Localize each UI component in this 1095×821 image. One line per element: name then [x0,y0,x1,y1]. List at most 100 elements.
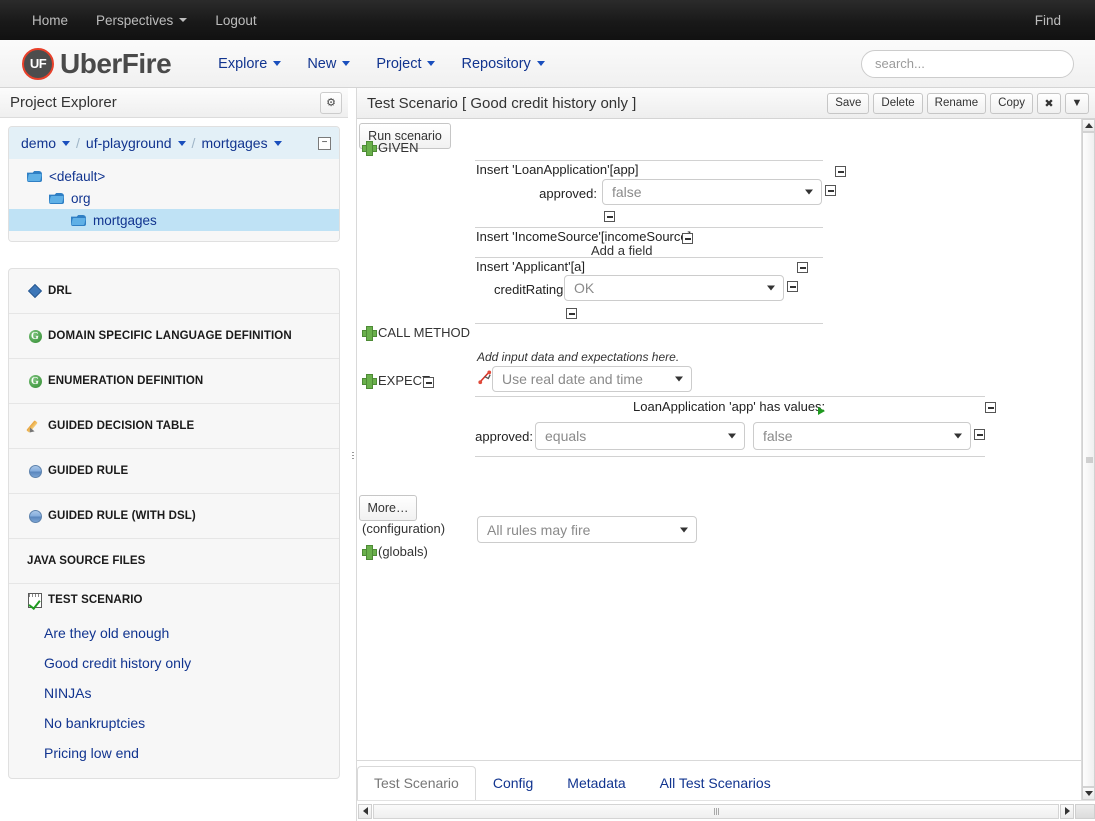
gear-icon[interactable]: ⚙ [320,92,342,114]
given-fact-1-field-value-text: false [612,184,642,200]
add-expect-icon[interactable] [362,374,375,387]
blue-ball-icon [27,465,43,478]
tree-node-default[interactable]: <default> [9,165,339,187]
expect-value-select[interactable]: false [753,422,971,450]
category-guided-rule[interactable]: GUIDED RULE [9,449,339,494]
remove-given-fact-1-icon[interactable] [835,166,846,177]
configuration-select[interactable]: All rules may fire [477,516,697,543]
breadcrumb-item-organization[interactable]: demo [21,135,70,151]
category-guided-rule-with-dsl[interactable]: GUIDED RULE (WITH DSL) [9,494,339,539]
topnav-item-perspectives[interactable]: Perspectives [82,0,201,40]
tab-test-scenario[interactable]: Test Scenario [357,766,476,801]
topnav-item-home[interactable]: Home [18,0,82,40]
section-globals[interactable]: (globals) [362,544,428,559]
divider [475,323,823,324]
scenario-editor-body: Run scenario More… GIVEN Insert 'LoanApp… [357,119,1081,760]
add-global-icon[interactable] [362,545,375,558]
tree-node-mortgages[interactable]: mortgages [9,209,339,231]
expand-expect-fact-icon[interactable] [818,407,825,415]
collapse-panel-icon[interactable]: − [318,137,331,150]
horizontal-scrollbar-track[interactable] [373,804,1059,819]
list-item[interactable]: Good credit history only [9,648,339,678]
save-button[interactable]: Save [827,93,869,114]
collapse-given-fact-3-icon[interactable] [566,308,577,319]
test-card-icon [27,593,43,608]
add-given-icon[interactable] [362,141,375,154]
topnav-item-find[interactable]: Find [1021,0,1075,40]
vertical-scrollbar-thumb[interactable] [1082,132,1095,787]
panel-splitter-handle[interactable] [349,450,356,462]
list-item[interactable]: NINJAs [9,678,339,708]
remove-given-fact-3-icon[interactable] [797,262,808,273]
collapse-expect-icon[interactable] [423,377,434,388]
uberfire-mark-icon: UF [22,48,54,80]
list-item[interactable]: Are they old enough [9,618,339,648]
category-dsl-definition[interactable]: G DOMAIN SPECIFIC LANGUAGE DEFINITION [9,314,339,359]
category-test-scenario[interactable]: TEST SCENARIO [9,584,339,616]
search-input[interactable] [861,50,1074,78]
given-fact-1-text: Insert 'LoanApplication'[app] [476,162,639,177]
vertical-scrollbar[interactable] [1081,119,1095,800]
category-drl[interactable]: DRL [9,269,339,314]
tree-node-mortgages-label: mortgages [93,213,157,228]
calendar-clock-icon [478,370,493,385]
category-enumeration-definition[interactable]: G ENUMERATION DEFINITION [9,359,339,404]
category-guided-decision-table[interactable]: GUIDED DECISION TABLE [9,404,339,449]
menu-project-label: Project [376,56,421,72]
menu-explore[interactable]: Explore [205,56,294,72]
tab-metadata[interactable]: Metadata [550,766,642,800]
project-explorer-header: Project Explorer ⚙ [0,88,348,118]
pencil-icon [27,419,43,433]
section-given[interactable]: GIVEN [362,140,418,155]
chevron-down-icon [179,18,187,22]
scrollbar-corner [1075,804,1095,819]
section-call-method[interactable]: CALL METHOD [362,325,470,340]
scroll-down-button[interactable] [1082,787,1095,800]
remove-given-fact-3-field-icon[interactable] [787,281,798,292]
list-item[interactable]: Pricing low end [9,738,339,768]
tab-config[interactable]: Config [476,766,550,800]
remove-given-fact-2-icon[interactable] [682,233,693,244]
scroll-up-button[interactable] [1082,119,1095,132]
more-button[interactable]: More… [359,495,417,521]
expect-date-select[interactable]: Use real date and time [492,366,692,392]
scroll-left-button[interactable] [358,804,372,819]
brand-logo[interactable]: UF UberFire [22,48,171,80]
editor-tabs: Test Scenario Config Metadata All Test S… [357,760,1081,800]
category-java-source-files[interactable]: JAVA SOURCE FILES [9,539,339,584]
package-tree: <default> org mortgages [9,159,339,241]
menu-new[interactable]: New [294,56,363,72]
given-fact-3-field-value[interactable]: OK [564,275,784,301]
chevron-down-icon [954,434,962,439]
topnav-item-logout[interactable]: Logout [201,0,270,40]
scroll-right-button[interactable] [1060,804,1074,819]
chevron-down-icon[interactable]: ▼ [1065,93,1089,114]
menu-project[interactable]: Project [363,56,448,72]
breadcrumb-item-project[interactable]: mortgages [201,135,281,151]
remove-expect-fact-icon[interactable] [985,402,996,413]
category-guided-rule-with-dsl-label: GUIDED RULE (WITH DSL) [48,510,196,522]
tab-all-test-scenarios[interactable]: All Test Scenarios [643,766,788,800]
collapse-given-fact-1-icon[interactable] [604,211,615,222]
breadcrumb-item-repository[interactable]: uf-playground [86,135,186,151]
expect-fact-header: LoanApplication 'app' has values: [633,399,825,414]
add-call-method-icon[interactable] [362,326,375,339]
given-fact-1-field-value[interactable]: false [602,179,822,205]
copy-button[interactable]: Copy [990,93,1033,114]
remove-expect-row-icon[interactable] [974,429,985,440]
close-icon[interactable]: ✖ [1037,93,1061,114]
asset-category-list: DRL G DOMAIN SPECIFIC LANGUAGE DEFINITIO… [8,268,340,779]
category-guided-rule-label: GUIDED RULE [48,465,128,477]
given-fact-2-add-field[interactable]: Add a field [591,243,652,258]
delete-button[interactable]: Delete [873,93,922,114]
remove-given-fact-1-field-icon[interactable] [825,185,836,196]
menu-repository[interactable]: Repository [448,56,557,72]
section-expect[interactable]: EXPECT [362,373,430,388]
horizontal-scrollbar[interactable] [357,800,1095,821]
list-item[interactable]: No bankruptcies [9,708,339,738]
chevron-down-icon [805,190,813,195]
rename-button[interactable]: Rename [927,93,986,114]
expect-operator-select[interactable]: equals [535,422,745,450]
tree-node-org[interactable]: org [9,187,339,209]
breadcrumb-separator: / [192,135,196,151]
